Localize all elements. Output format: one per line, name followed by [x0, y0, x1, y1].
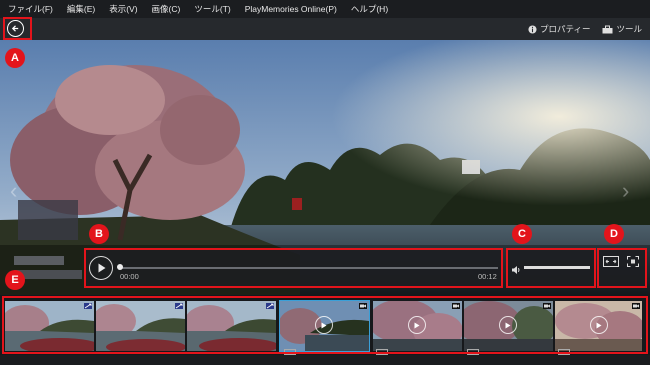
status-strip	[0, 355, 650, 365]
menu-edit[interactable]: 編集(E)	[60, 3, 102, 15]
callout-box-a	[3, 17, 32, 40]
callout-badge-e: E	[5, 270, 25, 290]
toolbar-actions: プロパティー ツール	[528, 18, 642, 40]
callout-box-b	[84, 248, 503, 288]
file-info-line	[14, 256, 64, 265]
properties-button[interactable]: プロパティー	[528, 23, 591, 35]
tools-button[interactable]: ツール	[602, 23, 642, 35]
menu-file[interactable]: ファイル(F)	[0, 3, 60, 15]
callout-badge-b: B	[89, 224, 109, 244]
callout-badge-c: C	[512, 224, 532, 244]
info-icon	[528, 24, 537, 34]
menu-tools[interactable]: ツール(T)	[187, 3, 237, 15]
callout-badge-d: D	[604, 224, 624, 244]
callout-box-d	[597, 248, 647, 288]
callout-badge-a: A	[5, 48, 25, 68]
callout-box-c	[506, 248, 596, 288]
tools-label: ツール	[616, 24, 642, 34]
menu-image[interactable]: 画像(C)	[145, 3, 188, 15]
menu-help[interactable]: ヘルプ(H)	[344, 3, 395, 15]
menu-view[interactable]: 表示(V)	[102, 3, 144, 15]
next-arrow-icon[interactable]: ›	[622, 178, 629, 204]
menu-playmemories-online[interactable]: PlayMemories Online(P)	[238, 4, 344, 14]
toolbox-icon	[602, 25, 613, 33]
properties-label: プロパティー	[539, 24, 591, 34]
callout-box-e	[2, 296, 648, 354]
previous-arrow-icon[interactable]: ‹	[10, 178, 17, 204]
menu-bar: ファイル(F) 編集(E) 表示(V) 画像(C) ツール(T) PlayMem…	[0, 0, 650, 18]
